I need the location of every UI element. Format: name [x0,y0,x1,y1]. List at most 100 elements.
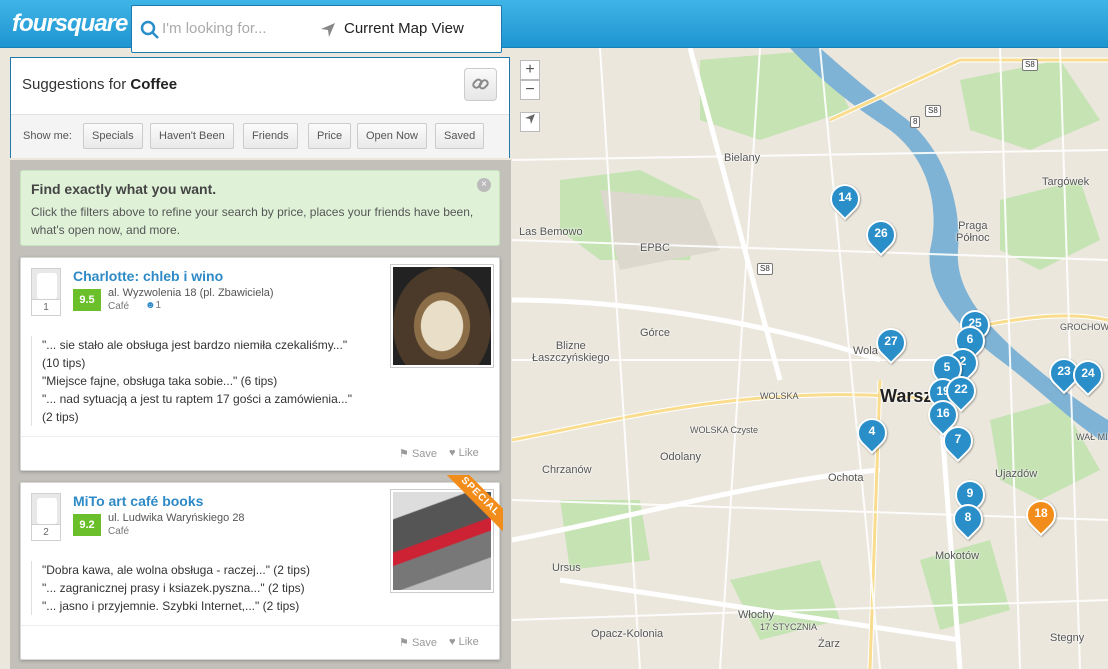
save-button[interactable]: ⚑ Save [399,636,437,649]
road-badge-8: 8 [910,116,921,128]
venue-score-badge: 9.5 [73,289,101,311]
foursquare-logo[interactable]: foursquare [10,6,128,46]
friends-count-value: 1 [155,300,162,311]
map-label-praga-polnoc: Praga Północ [956,220,990,244]
suggestions-box: Suggestions for Coffee Show me: Specials… [10,57,510,158]
near-location-input[interactable]: Current Map View [344,20,464,37]
venue-name-link[interactable]: Charlotte: chleb i wino [73,268,223,284]
venue-photo[interactable] [390,264,494,368]
venue-rank: 2 [32,524,60,540]
map-label-blizne: Blizne Łaszczyńskiego [532,340,610,364]
road-badge-s8-2: S8 [925,105,941,117]
map-label-epbc: EPBC [640,242,670,254]
venue-pin[interactable]: 24 [1066,353,1108,398]
venue-pin[interactable]: 4 [850,411,894,456]
app-root: Bielany Las Bemowo EPBC Targówek Praga P… [0,0,1108,669]
bookmark-icon: ⚑ [399,637,409,649]
map-label-ochota: Ochota [828,472,864,484]
filter-bar: Show me: Specials Haven't Been Friends P… [11,114,509,158]
venue-pin[interactable]: 7 [936,419,980,464]
venue-pin[interactable]: 14 [823,177,867,222]
filter-friends-button[interactable]: Friends [243,123,298,149]
venue-card[interactable]: 2 MiTo art café books 9.2 ul. Ludwika Wa… [20,475,503,660]
venue-pin[interactable]: 27 [869,321,913,366]
filter-price-button[interactable]: Price [308,123,352,149]
location-arrow-icon [525,114,535,124]
person-icon: ☻ [145,300,156,311]
heart-icon: ♥ [449,447,456,459]
venue-name-link[interactable]: MiTo art café books [73,493,203,509]
map-label-las-bemowo: Las Bemowo [519,226,583,238]
filter-saved-button[interactable]: Saved [435,123,485,149]
map-label-chrzanow: Chrzanów [542,464,592,476]
special-label: SPECIAL [445,475,503,533]
save-label: Save [411,448,438,460]
hint-box: Find exactly what you want. Click the fi… [20,170,500,246]
venue-pin[interactable]: 26 [859,213,903,258]
venue-category: Café [108,526,130,537]
filter-open-now-button[interactable]: Open Now [357,123,427,149]
coffee-cup-icon [37,498,57,524]
map-label-zarz: Żarz [818,638,840,650]
zoom-out-button[interactable]: − [520,80,540,100]
map-label-wolska-czyste: WOLSKA Czyste [690,425,759,435]
map-label-warszawa: Warsz [880,386,933,406]
save-button[interactable]: ⚑ Save [399,447,437,460]
suggestions-title: Suggestions for Coffee [22,76,177,93]
venue-rank: 1 [32,299,60,315]
search-input[interactable]: I'm looking for... [162,20,312,37]
cafe-category-icon: 2 [31,493,61,541]
venue-score-badge: 9.2 [73,514,101,536]
locate-me-button[interactable] [520,112,540,132]
show-me-label: Show me: [23,130,72,142]
like-button[interactable]: ♥ Like [449,447,479,459]
hint-title: Find exactly what you want. [31,181,217,197]
tip-line: "... jasno i przyjemnie. Szybki Internet… [42,599,300,613]
zoom-controls: + − [520,60,540,100]
like-label: Like [458,636,479,648]
map-label-targowek: Targówek [1042,176,1090,188]
road-badge-s8-1: S8 [1022,59,1038,71]
close-icon: × [481,179,487,190]
like-button[interactable]: ♥ Like [449,636,479,648]
venue-pin-special[interactable]: 18 [1019,493,1063,538]
venue-tips: "... sie stało ale obsługa jest bardzo n… [31,336,361,426]
zoom-in-button[interactable]: + [520,60,540,80]
search-bar: I'm looking for... Current Map View [131,5,502,53]
map-label-odolany: Odolany [660,451,701,463]
suggestions-prefix: Suggestions for [22,76,131,93]
suggestions-query: Coffee [130,76,178,93]
map-label-stegny: Stegny [1050,632,1085,644]
hint-body: Click the filters above to refine your s… [31,205,474,237]
tip-line: "Dobra kawa, ale wolna obsługa - raczej.… [42,563,310,577]
heart-icon: ♥ [449,636,456,648]
venue-actions: ⚑ Save ♥ Like [21,625,499,659]
map-label-ujazdow: Ujazdów [995,468,1038,480]
like-label: Like [458,447,479,459]
search-panel: foursquare I'm looking for... Current Ma… [0,0,510,669]
map-label-bielany: Bielany [724,152,761,164]
tip-line: "... sie stało ale obsługa jest bardzo n… [42,338,348,370]
venue-actions: ⚑ Save ♥ Like [21,436,499,470]
map-label-ursus: Ursus [552,562,581,574]
venue-address: al. Wyzwolenia 18 (pl. Zbawiciela) [108,287,274,299]
special-ribbon[interactable]: SPECIAL [445,475,503,533]
map-label-opacz: Opacz-Kolonia [591,628,664,640]
close-hint-button[interactable]: × [477,178,491,192]
bookmark-icon: ⚑ [399,448,409,460]
venue-tips: "Dobra kawa, ale wolna obsługa - raczej.… [31,561,371,615]
map-label-17-stycznia: 17 STYCZNIA [760,622,818,632]
venue-card[interactable]: 1 Charlotte: chleb i wino 9.5 al. Wyzwol… [20,257,500,471]
share-link-button[interactable] [464,68,497,101]
map-label-wlochy: Włochy [738,609,775,621]
map-label-wolska: WOLSKA [760,391,799,401]
location-arrow-icon [321,23,335,37]
save-label: Save [411,637,438,649]
filter-havent-been-button[interactable]: Haven't Been [150,123,234,149]
map-label-grochowska: GROCHOWSKA [1060,322,1108,332]
tip-line: "... nad sytuacją a jest tu raptem 17 go… [42,392,353,424]
venue-pin[interactable]: 8 [946,497,990,542]
filter-specials-button[interactable]: Specials [83,123,143,149]
venue-address: ul. Ludwika Waryńskiego 28 [108,512,245,524]
tip-line: "Miejsce fajne, obsługa taka sobie..." (… [42,374,278,388]
